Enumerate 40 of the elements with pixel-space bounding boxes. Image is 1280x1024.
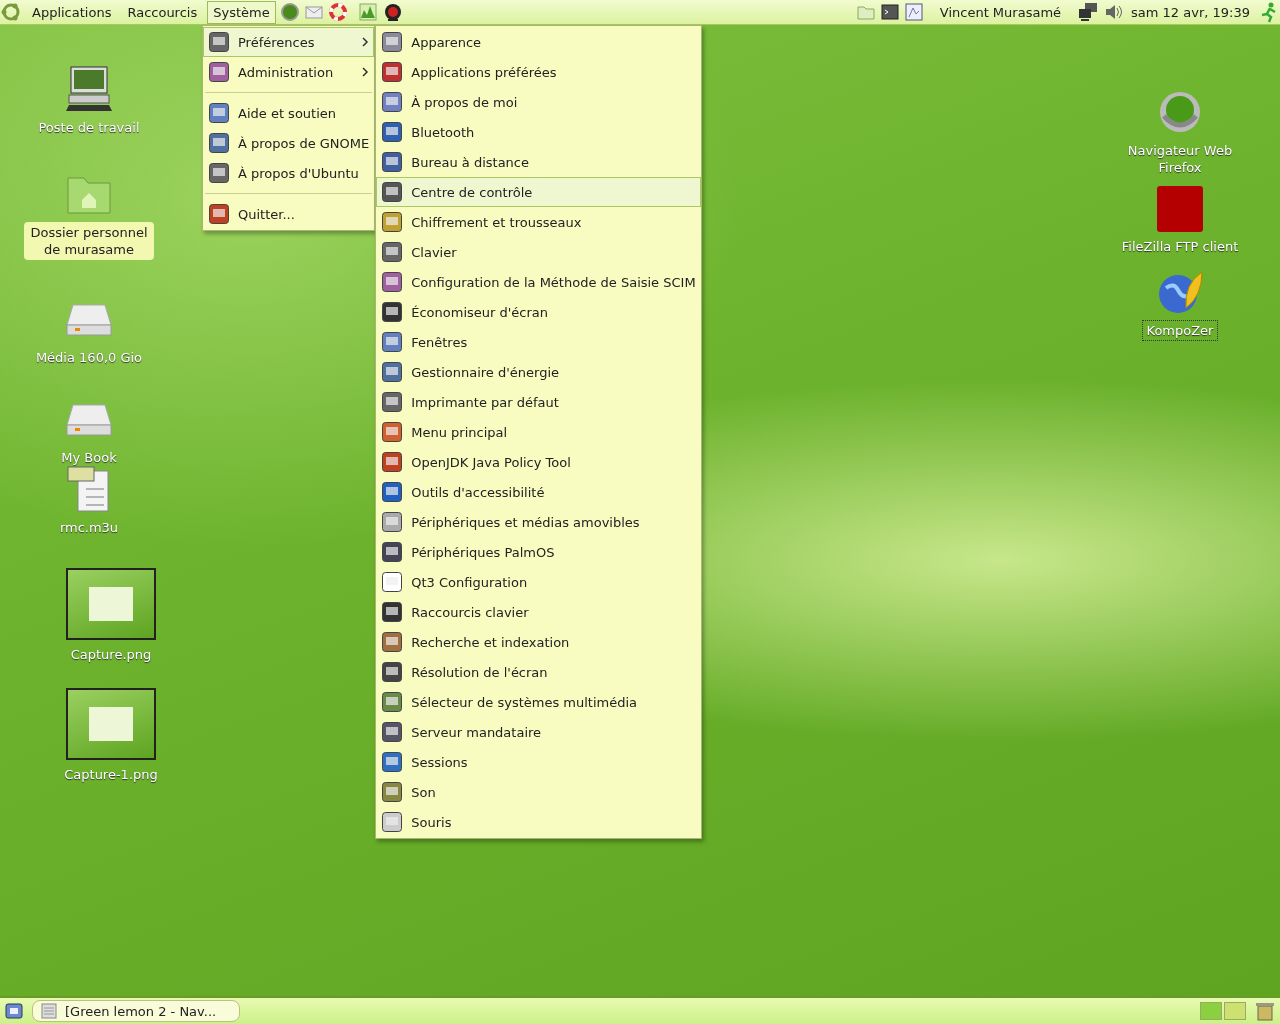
menu-item[interactable]: Son (376, 777, 701, 807)
menu-item[interactable]: Sessions (376, 747, 701, 777)
menu-item[interactable]: OpenJDK Java Policy Tool (376, 447, 701, 477)
menu-item[interactable]: À propos de moi (376, 87, 701, 117)
clock[interactable]: sam 12 avr, 19:39 (1127, 4, 1254, 20)
desktop-icon-label[interactable]: Dossier personnel de murasame (24, 222, 154, 260)
menu-item[interactable]: Outils d'accessibilité (376, 477, 701, 507)
menu-item[interactable]: Centre de contrôle (376, 177, 701, 207)
menu-item[interactable]: Serveur mandataire (376, 717, 701, 747)
menu-item[interactable]: À propos d'Ubuntu (203, 158, 375, 188)
menu-item[interactable]: Qt3 Configuration (376, 567, 701, 597)
menu-item[interactable]: Économiseur d'écran (376, 297, 701, 327)
menu-item[interactable]: Apparence (376, 27, 701, 57)
menu-item[interactable]: Quitter... (203, 199, 375, 229)
menu-item[interactable]: Bureau à distance (376, 147, 701, 177)
panel-menu[interactable]: Système (207, 0, 276, 24)
menu-item[interactable]: Chiffrement et trousseaux (376, 207, 701, 237)
menu-item[interactable]: Aide et soutien (203, 98, 375, 128)
user-name[interactable]: Vincent Murasamé (927, 4, 1074, 20)
menu-item[interactable]: Gestionnaire d'énergie (376, 357, 701, 387)
menu-item[interactable]: Périphériques PalmOS (376, 537, 701, 567)
menu-item[interactable]: Applications préférées (376, 57, 701, 87)
menu-item[interactable]: Administration (203, 57, 375, 87)
menu-item[interactable]: Souris (376, 807, 701, 837)
menu-item[interactable]: Bluetooth (376, 117, 701, 147)
menu-item[interactable]: Résolution de l'écran (376, 657, 701, 687)
menu-item[interactable]: Clavier (376, 237, 701, 267)
menu-item[interactable]: Configuration de la Méthode de Saisie SCIM (376, 267, 701, 297)
menu-item[interactable]: Imprimante par défaut (376, 387, 701, 417)
menu-item[interactable]: Fenêtres (376, 327, 701, 357)
panel-menu[interactable]: Applications (26, 0, 118, 24)
menu-item[interactable]: Recherche et indexation (376, 627, 701, 657)
menu-item[interactable]: Sélecteur de systèmes multimédia (376, 687, 701, 717)
task-button[interactable]: [Green lemon 2 - Nav... (32, 1000, 240, 1022)
panel-menu[interactable]: Raccourcis (121, 0, 204, 24)
menu-item[interactable]: Menu principal (376, 417, 701, 447)
menu-item[interactable]: Périphériques et médias amovibles (376, 507, 701, 537)
menu-item[interactable]: À propos de GNOME (203, 128, 375, 158)
menu-item[interactable]: Raccourcis clavier (376, 597, 701, 627)
menu-item[interactable]: Préférences (203, 27, 375, 57)
